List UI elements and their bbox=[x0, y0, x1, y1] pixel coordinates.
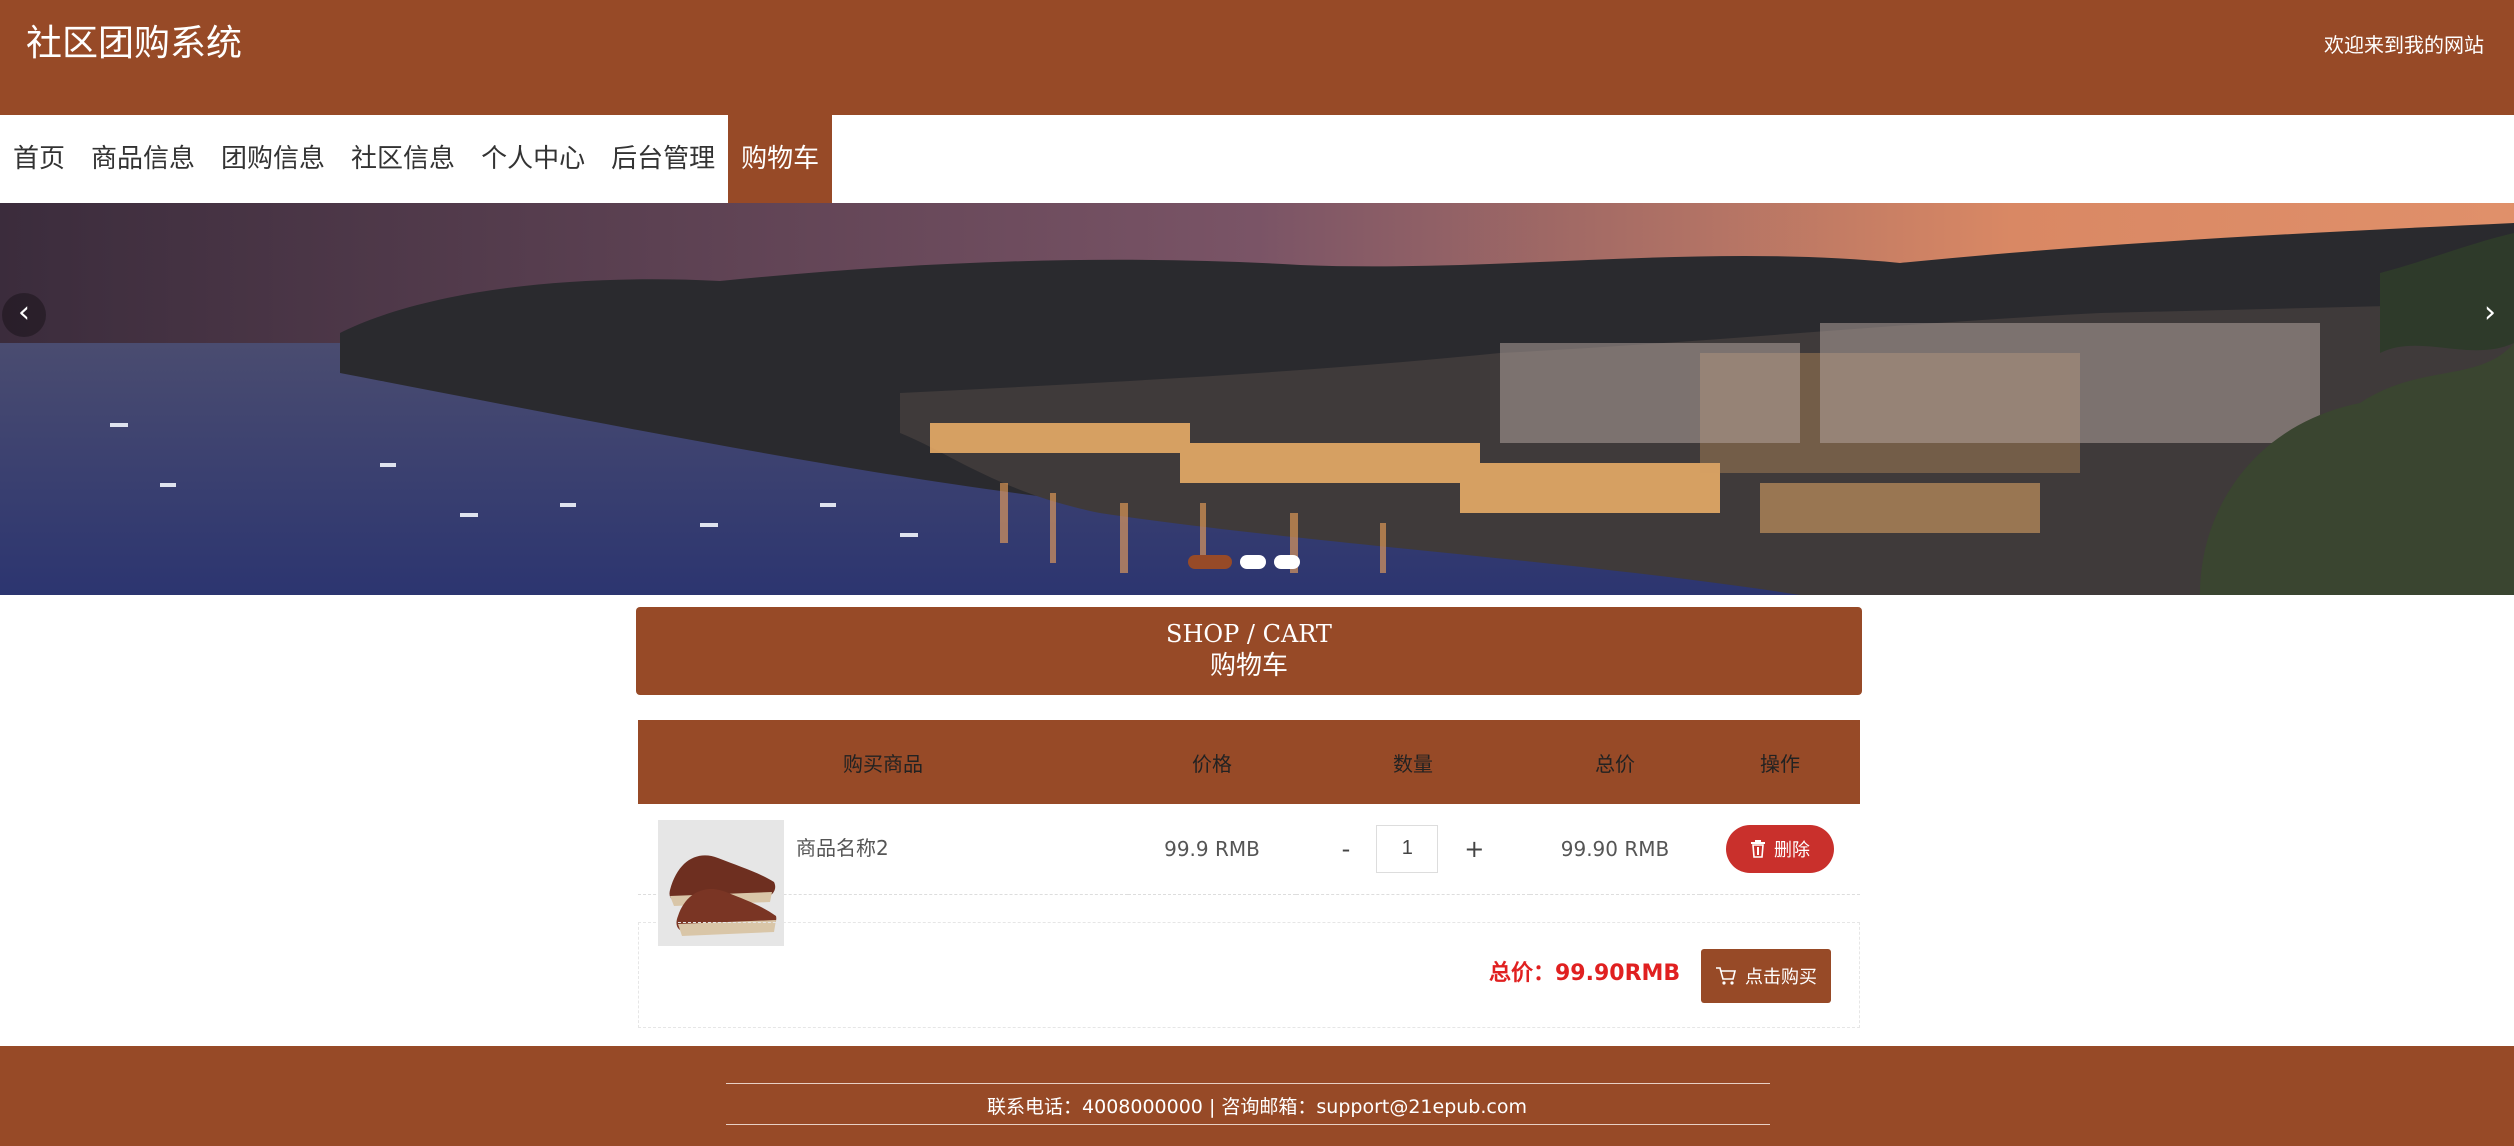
chevron-right-icon: › bbox=[2484, 295, 2496, 330]
actions-cell: 删除 bbox=[1700, 804, 1860, 895]
banner-image bbox=[0, 203, 2514, 595]
nav-item-home[interactable]: 首页 bbox=[0, 115, 78, 203]
quantity-stepper: - + bbox=[1296, 804, 1530, 895]
nav-item-community[interactable]: 社区信息 bbox=[338, 115, 468, 203]
product-name[interactable]: 商品名称2 bbox=[796, 832, 889, 861]
cart-title-en: SHOP / CART bbox=[1166, 620, 1332, 648]
cart-title-cn: 购物车 bbox=[1209, 651, 1288, 681]
carousel-dot-3[interactable] bbox=[1274, 555, 1300, 569]
site-title: 社区团购系统 bbox=[26, 23, 243, 64]
site-header: 社区团购系统 欢迎来到我的网站 bbox=[0, 0, 2514, 115]
column-header-price: 价格 bbox=[1128, 720, 1296, 804]
footer-contact: 联系电话：4008000000 | 咨询邮箱：support@21epub.co… bbox=[987, 1096, 1527, 1118]
cart-table: 购买商品 价格 数量 总价 操作 商品名称2 99.9 RMB - 1 + 99… bbox=[638, 720, 1860, 946]
cart-summary: 总价：99.90RMB 点击购买 bbox=[638, 922, 1860, 1028]
carousel-dot-1[interactable] bbox=[1188, 555, 1232, 569]
delete-label: 删除 bbox=[1774, 839, 1810, 861]
product-cell: 商品名称2 bbox=[638, 804, 1128, 946]
carousel-next-button[interactable]: › bbox=[2468, 293, 2512, 337]
cart-title-bar: SHOP / CART 购物车 bbox=[636, 607, 1862, 695]
footer-divider-top bbox=[726, 1083, 1770, 1084]
row-total: 99.90 RMB bbox=[1530, 804, 1700, 895]
carousel-prev-button[interactable]: ‹ bbox=[2, 293, 46, 337]
footer-divider-bottom bbox=[726, 1124, 1770, 1125]
nav-item-group-buy[interactable]: 团购信息 bbox=[208, 115, 338, 203]
chevron-left-icon: ‹ bbox=[18, 295, 30, 330]
delete-button[interactable]: 删除 bbox=[1726, 824, 1834, 873]
grand-total: 总价：99.90RMB bbox=[1489, 961, 1681, 986]
nav-item-cart[interactable]: 购物车 bbox=[728, 115, 833, 203]
checkout-label: 点击购买 bbox=[1745, 967, 1817, 988]
nav-item-profile[interactable]: 个人中心 bbox=[468, 115, 598, 203]
column-header-total: 总价 bbox=[1530, 720, 1700, 804]
cart-table-header: 购买商品 价格 数量 总价 操作 bbox=[638, 720, 1860, 804]
trash-icon bbox=[1751, 839, 1765, 858]
site-footer: 联系电话：4008000000 | 咨询邮箱：support@21epub.co… bbox=[0, 1046, 2514, 1146]
checkout-button[interactable]: 点击购买 bbox=[1701, 949, 1831, 1003]
welcome-text: 欢迎来到我的网站 bbox=[2324, 33, 2484, 57]
quantity-increase-button[interactable]: + bbox=[1464, 835, 1484, 863]
column-header-product: 购买商品 bbox=[638, 720, 1128, 804]
quantity-decrease-button[interactable]: - bbox=[1342, 835, 1351, 863]
cart-icon bbox=[1716, 967, 1737, 985]
main-nav: 首页 商品信息 团购信息 社区信息 个人中心 后台管理 购物车 bbox=[0, 115, 2514, 203]
table-row: 商品名称2 99.9 RMB - + 99.90 RMB bbox=[638, 804, 1860, 946]
product-price: 99.9 RMB bbox=[1128, 804, 1296, 895]
carousel-dot-2[interactable] bbox=[1240, 555, 1266, 569]
banner-carousel: ‹ › bbox=[0, 203, 2514, 595]
column-header-quantity: 数量 bbox=[1296, 720, 1530, 804]
carousel-indicators bbox=[1188, 555, 1300, 569]
nav-item-admin[interactable]: 后台管理 bbox=[598, 115, 728, 203]
column-header-actions: 操作 bbox=[1700, 720, 1860, 804]
nav-item-products[interactable]: 商品信息 bbox=[78, 115, 208, 203]
quantity-input[interactable] bbox=[1376, 824, 1439, 873]
